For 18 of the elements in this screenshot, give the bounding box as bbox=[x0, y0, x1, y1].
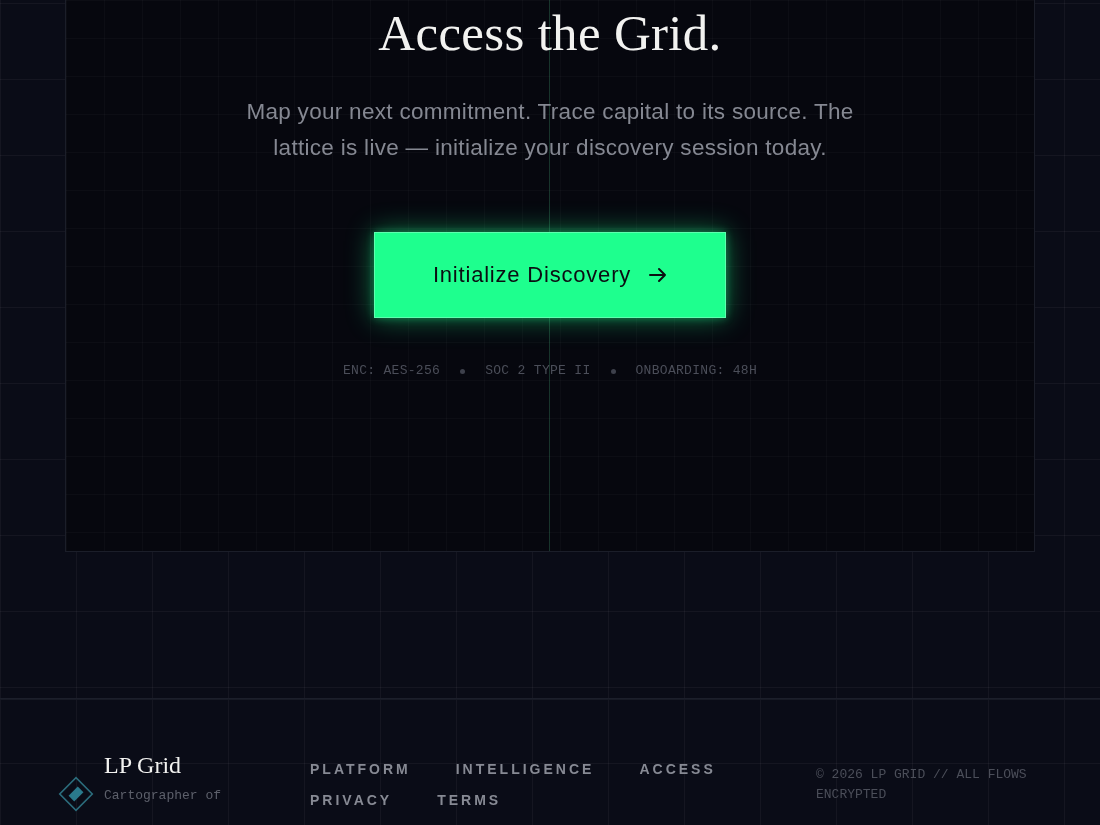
security-meta-text: ENC: AES-256 bbox=[342, 363, 441, 379]
arrow-right-icon bbox=[649, 267, 668, 283]
footer-nav-link[interactable]: TERMS bbox=[437, 790, 502, 810]
footer-nav-link[interactable]: PLATFORM bbox=[310, 759, 411, 779]
security-meta-text: SOC 2 TYPE II bbox=[485, 363, 591, 379]
footer-nav-link[interactable]: PRIVACY bbox=[310, 790, 393, 810]
copyright-text: © 2026 LP GRID // ALL FLOWS ENCRYPTED bbox=[816, 766, 1028, 804]
separator-dot-icon bbox=[610, 368, 616, 374]
initialize-discovery-button[interactable]: Initialize Discovery bbox=[374, 232, 726, 318]
brand-tagline: Cartographer of bbox=[104, 787, 222, 805]
hero-title: Access the Grid. bbox=[378, 4, 722, 62]
footer-nav-link[interactable]: ACCESS bbox=[639, 759, 716, 779]
diamond-logo-icon bbox=[57, 775, 95, 813]
hero-description: Map your next commitment. Trace capital to its source. The lattice is live — initialize your discovery session today. bbox=[245, 98, 855, 162]
security-meta-text: ONBOARDING: 48H bbox=[635, 363, 758, 379]
footer-nav-link[interactable]: INTELLIGENCE bbox=[455, 759, 595, 779]
brand-name: LP Grid bbox=[104, 751, 183, 779]
separator-dot-icon bbox=[460, 368, 466, 374]
